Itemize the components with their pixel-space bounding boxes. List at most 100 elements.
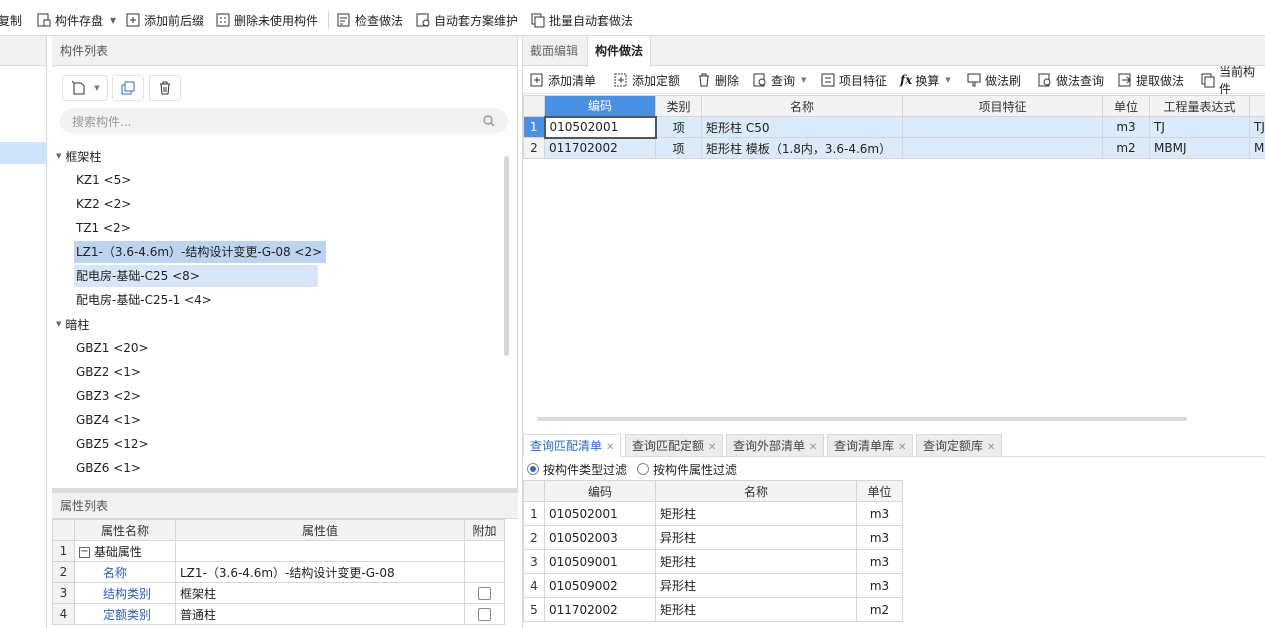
- tree-item-selected[interactable]: LZ1-（3.6-4.6m）-结构设计变更-G-08 <2>: [74, 241, 327, 263]
- method-table-scrollbar[interactable]: [537, 417, 1187, 421]
- feature-cell[interactable]: [902, 116, 1103, 138]
- table-row-selected[interactable]: 1 010502001 项 矩形柱 C50 m3 TJ TJ: [523, 115, 1265, 139]
- unit-cell[interactable]: m2: [856, 597, 903, 622]
- name-cell[interactable]: 矩形柱 C50: [701, 116, 903, 138]
- tab-query-external-list[interactable]: 查询外部清单 ✕: [726, 434, 825, 457]
- chevron-down-icon[interactable]: ▼: [110, 16, 116, 25]
- delete-button[interactable]: 删除: [696, 71, 739, 89]
- add-list-button[interactable]: 添加清单: [529, 71, 596, 89]
- filter-by-type-radio[interactable]: [527, 463, 539, 475]
- delete-component-button[interactable]: [149, 75, 181, 101]
- chevron-down-icon[interactable]: ▼: [945, 76, 950, 84]
- unit-cell[interactable]: m3: [856, 525, 903, 550]
- property-value[interactable]: LZ1-（3.6-4.6m）-结构设计变更-G-08: [175, 561, 465, 583]
- name-cell[interactable]: 异形柱: [655, 525, 857, 550]
- expr-cell[interactable]: MBMJ: [1149, 137, 1250, 159]
- tree-item[interactable]: GBZ3 <2>: [74, 385, 145, 407]
- tree-item[interactable]: GBZ2 <1>: [74, 361, 145, 383]
- query-button[interactable]: 查询 ▼: [752, 71, 806, 89]
- table-row[interactable]: 2 010502003 异形柱 m3: [523, 525, 903, 550]
- tab-component-method[interactable]: 构件做法: [587, 36, 652, 67]
- method-brush-button[interactable]: 做法刷: [966, 71, 1021, 89]
- search-input[interactable]: 搜索构件...: [60, 108, 508, 134]
- type-cell[interactable]: 项: [655, 116, 702, 138]
- code-cell[interactable]: 010509001: [544, 549, 656, 574]
- new-component-button[interactable]: ▼: [62, 75, 108, 101]
- name-cell[interactable]: 矩形柱: [655, 501, 857, 526]
- code-cell[interactable]: 010502003: [544, 525, 656, 550]
- name-cell[interactable]: 异形柱: [655, 573, 857, 598]
- close-icon[interactable]: ✕: [606, 442, 614, 453]
- name-cell[interactable]: 矩形柱 模板（1.8内，3.6-4.6m）: [701, 137, 903, 159]
- navigation-selected-item[interactable]: [0, 142, 47, 164]
- table-row[interactable]: 1 − 基础属性: [52, 540, 505, 562]
- extra-cell[interactable]: M: [1249, 137, 1265, 159]
- tree-item[interactable]: GBZ6 <1>: [74, 457, 145, 479]
- close-icon[interactable]: ✕: [708, 442, 716, 453]
- close-icon[interactable]: ✕: [898, 442, 906, 453]
- table-row[interactable]: 3 010509001 矩形柱 m3: [523, 549, 903, 574]
- close-icon[interactable]: ✕: [809, 442, 817, 453]
- tab-query-list-library[interactable]: 查询清单库 ✕: [827, 434, 914, 457]
- tab-section-edit[interactable]: 截面编辑: [523, 36, 585, 66]
- table-row[interactable]: 5 011702002 矩形柱 m2: [523, 597, 903, 622]
- checkbox[interactable]: [478, 587, 491, 600]
- table-row[interactable]: 4 定额类别 普通柱: [52, 603, 505, 625]
- tab-query-match-list[interactable]: 查询匹配清单 ✕: [523, 434, 622, 457]
- add-prefix-suffix-button[interactable]: 添加前后缀: [125, 11, 204, 29]
- unit-cell[interactable]: m3: [856, 549, 903, 574]
- add-quota-button[interactable]: 添加定额: [613, 71, 680, 89]
- unit-cell[interactable]: m3: [856, 573, 903, 598]
- tree-item-hovered[interactable]: 配电房-基础-C25 <8>: [74, 265, 318, 287]
- method-query-button[interactable]: 做法查询: [1037, 71, 1104, 89]
- type-cell[interactable]: 项: [655, 137, 702, 159]
- extract-method-button[interactable]: 提取做法: [1117, 71, 1184, 89]
- save-component-button[interactable]: 构件存盘 ▼: [36, 11, 116, 29]
- code-cell[interactable]: 011702002: [544, 137, 656, 159]
- batch-auto-button[interactable]: 批量自动套做法: [530, 11, 633, 29]
- auto-scheme-button[interactable]: 自动套方案维护: [415, 11, 518, 29]
- table-row[interactable]: 3 结构类别 框架柱: [52, 582, 505, 604]
- collapse-icon[interactable]: −: [79, 546, 90, 558]
- component-list-scrollbar[interactable]: [504, 156, 509, 356]
- check-method-button[interactable]: 检查做法: [336, 11, 403, 29]
- tree-item[interactable]: KZ1 <5>: [74, 169, 135, 191]
- code-cell[interactable]: 010509002: [544, 573, 656, 598]
- checkbox[interactable]: [478, 608, 491, 621]
- name-cell[interactable]: 矩形柱: [655, 549, 857, 574]
- delete-unused-button[interactable]: 删除未使用构件: [215, 11, 318, 29]
- convert-button[interactable]: fx 换算 ▼: [900, 71, 951, 89]
- table-row[interactable]: 2 011702002 项 矩形柱 模板（1.8内，3.6-4.6m） m2 M…: [523, 137, 1265, 159]
- chevron-down-icon[interactable]: ▼: [801, 76, 806, 84]
- filter-by-property-radio[interactable]: [637, 463, 650, 475]
- property-value[interactable]: 普通柱: [175, 603, 465, 625]
- current-component-button[interactable]: 当前构件: [1200, 65, 1265, 96]
- code-cell[interactable]: 010502001: [543, 115, 657, 139]
- tree-item[interactable]: 配电房-基础-C25-1 <4>: [74, 289, 216, 311]
- tree-item[interactable]: GBZ5 <12>: [74, 433, 153, 455]
- unit-cell[interactable]: m2: [1102, 137, 1150, 159]
- tab-query-quota-library[interactable]: 查询定额库 ✕: [916, 434, 1003, 457]
- tree-item[interactable]: GBZ4 <1>: [74, 409, 145, 431]
- tree-group-frame-column[interactable]: ▼ 框架柱: [56, 145, 101, 167]
- name-cell[interactable]: 矩形柱: [655, 597, 857, 622]
- copy-component-button[interactable]: [112, 75, 144, 101]
- copy-button[interactable]: 复制: [0, 11, 22, 29]
- property-group-cell[interactable]: − 基础属性: [74, 540, 176, 562]
- expr-cell[interactable]: TJ: [1149, 116, 1250, 138]
- tab-query-match-quota[interactable]: 查询匹配定额 ✕: [625, 434, 724, 457]
- tree-item[interactable]: TZ1 <2>: [74, 217, 135, 239]
- table-row[interactable]: 1 010502001 矩形柱 m3: [523, 501, 903, 526]
- tree-item[interactable]: KZ2 <2>: [74, 193, 135, 215]
- feature-cell[interactable]: [902, 137, 1103, 159]
- tree-group-hidden-column[interactable]: ▼ 暗柱: [56, 313, 89, 335]
- extra-cell[interactable]: TJ: [1249, 116, 1265, 138]
- close-icon[interactable]: ✕: [987, 442, 995, 453]
- table-row[interactable]: 4 010509002 异形柱 m3: [523, 573, 903, 598]
- table-row[interactable]: 2 名称 LZ1-（3.6-4.6m）-结构设计变更-G-08: [52, 561, 505, 583]
- unit-cell[interactable]: m3: [1102, 116, 1150, 138]
- collapse-icon[interactable]: ▼: [56, 320, 61, 328]
- collapse-icon[interactable]: ▼: [56, 152, 61, 160]
- feature-button[interactable]: 项目特征: [820, 71, 887, 89]
- property-value[interactable]: 框架柱: [175, 582, 465, 604]
